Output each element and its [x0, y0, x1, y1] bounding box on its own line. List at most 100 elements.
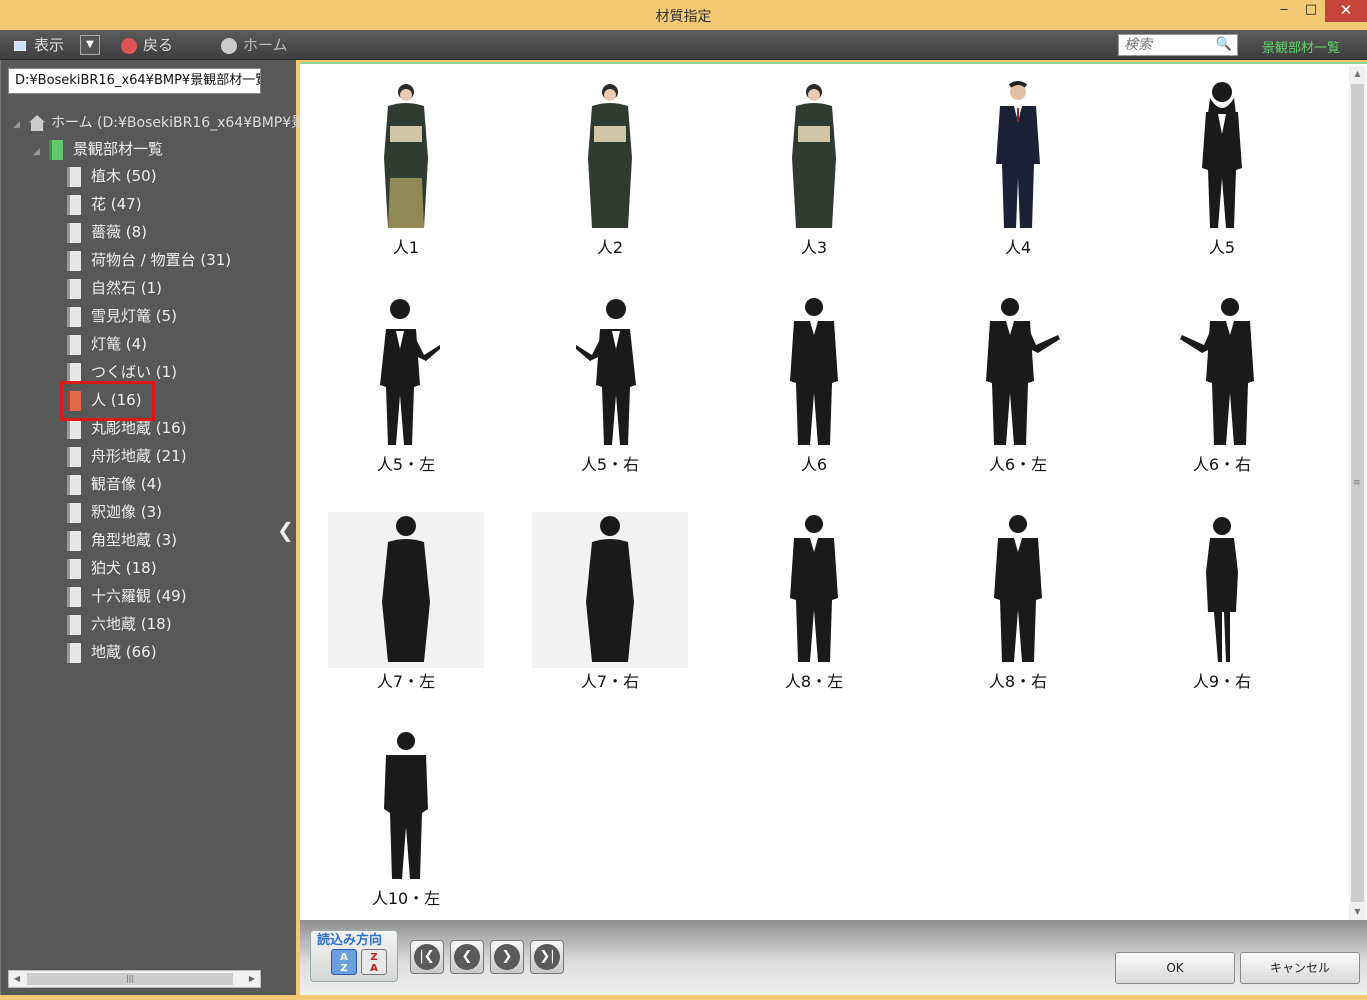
gallery-vertical-scrollbar[interactable]: ▲ ≡ ▼	[1349, 66, 1366, 920]
person-figure-image	[384, 732, 428, 879]
path-field[interactable]: D:¥BosekiBR16_x64¥BMP¥景観部材一覧	[8, 68, 261, 94]
thumbnail-item[interactable]: 人4	[914, 68, 1118, 285]
thumbnail-item[interactable]: 人5	[1118, 68, 1322, 285]
first-page-icon: |❮	[414, 944, 440, 970]
thumbnail-item[interactable]: 人6・右	[1118, 285, 1322, 502]
person-figure-image	[996, 81, 1040, 228]
book-icon	[67, 250, 81, 271]
person-figure-image	[586, 516, 634, 662]
tree-item-category[interactable]: 自然石 (1)	[67, 276, 287, 304]
book-icon	[67, 502, 81, 523]
home-icon	[221, 37, 237, 54]
thumbnail-item[interactable]: 人2	[506, 68, 710, 285]
tree-item-category[interactable]: 角型地蔵 (3)	[67, 528, 287, 556]
tree-item-category[interactable]: 観音像 (4)	[67, 472, 287, 500]
book-icon	[67, 530, 81, 551]
sort-ascending-button[interactable]: AZ	[331, 949, 357, 975]
tree-item-category[interactable]: 花 (47)	[67, 192, 287, 220]
scroll-right-icon[interactable]: ▶	[244, 971, 260, 987]
sidebar-horizontal-scrollbar[interactable]: ◀ ||| ▶	[8, 970, 261, 988]
tree-node-root-label: 景観部材一覧	[73, 140, 164, 158]
window-bottom-border	[0, 995, 1367, 1000]
tree-item-category[interactable]: 六地蔵 (18)	[67, 612, 287, 640]
tree-node-root[interactable]: ◢ 景観部材一覧	[33, 138, 163, 160]
book-icon	[67, 558, 81, 579]
thumbnail-item[interactable]: 人5・左	[302, 285, 506, 502]
tree-item-category[interactable]: 雪見灯篭 (5)	[67, 304, 287, 332]
tree-item-category[interactable]: 植木 (50)	[67, 164, 287, 192]
thumbnail-item[interactable]: 人7・右	[506, 502, 710, 719]
book-icon	[67, 334, 81, 355]
thumbnail-item[interactable]: 人6・左	[914, 285, 1118, 502]
search-box: 🔍	[1118, 34, 1238, 56]
view-dropdown-button[interactable]: ▼	[80, 35, 100, 55]
thumbnail-label: 人1	[392, 238, 420, 257]
thumbnail-item[interactable]: 人9・右	[1118, 502, 1322, 719]
tree-item-category[interactable]: 薔薇 (8)	[67, 220, 287, 248]
tree-item-label: 植木 (50)	[91, 167, 157, 185]
book-icon	[67, 586, 81, 607]
person-figure-image	[790, 298, 838, 445]
thumbnail-label: 人8・右	[988, 672, 1048, 691]
tree-item-category[interactable]: 地蔵 (66)	[67, 640, 287, 668]
ok-button[interactable]: OK	[1115, 952, 1235, 984]
window-icon	[14, 40, 26, 51]
cancel-button[interactable]: キャンセル	[1240, 952, 1360, 984]
thumbnail-item[interactable]: 人8・右	[914, 502, 1118, 719]
thumbnail-label: 人7・右	[580, 672, 640, 691]
view-button[interactable]: 表示	[14, 35, 64, 55]
tree-item-category[interactable]: 十六羅観 (49)	[67, 584, 287, 612]
last-page-button[interactable]: ❯|	[530, 940, 564, 974]
book-icon	[67, 166, 81, 187]
scroll-left-icon[interactable]: ◀	[9, 971, 25, 987]
sort-descending-button[interactable]: ZA	[361, 949, 387, 975]
thumbnail-item[interactable]: 人7・左	[302, 502, 506, 719]
tree-item-category[interactable]: 灯篭 (4)	[67, 332, 287, 360]
person-figure-image	[1206, 517, 1238, 662]
first-page-button[interactable]: |❮	[410, 940, 444, 974]
tree-item-label: 地蔵 (66)	[91, 643, 157, 661]
collapse-panel-icon[interactable]: ❮	[277, 518, 294, 542]
thumbnail-label: 人5・右	[580, 455, 640, 474]
expand-triangle-icon[interactable]: ◢	[13, 120, 23, 130]
thumbnail-item[interactable]: 人10・左	[302, 719, 506, 936]
tree-item-label: 薔薇 (8)	[91, 223, 148, 241]
thumbnail-item[interactable]: 人6	[710, 285, 914, 502]
person-figure-image	[994, 515, 1042, 662]
tree-item-label: 灯篭 (4)	[91, 335, 148, 353]
thumbnail-label: 人6・右	[1192, 455, 1252, 474]
tree-item-category-selected[interactable]: 人 (16)	[60, 381, 287, 421]
home-button[interactable]: ホーム	[221, 35, 288, 55]
book-icon	[67, 194, 81, 215]
minimize-button[interactable]: ‒	[1271, 0, 1297, 22]
thumbnail-item[interactable]: 人5・右	[506, 285, 710, 502]
tree-item-category[interactable]: 釈迦像 (3)	[67, 500, 287, 528]
tree-item-category[interactable]: 狛犬 (18)	[67, 556, 287, 584]
scrollbar-thumb[interactable]: |||	[27, 973, 233, 985]
close-button[interactable]: ✕	[1325, 0, 1367, 22]
breadcrumb-link[interactable]: 景観部材一覧	[1262, 37, 1340, 56]
person-figure-image	[380, 299, 440, 445]
thumbnail-item[interactable]: 人3	[710, 68, 914, 285]
next-page-button[interactable]: ❯	[490, 940, 524, 974]
selection-highlight	[60, 381, 155, 421]
scrollbar-thumb[interactable]	[1351, 84, 1364, 902]
maximize-button[interactable]: □	[1298, 0, 1324, 22]
tree-item-label: 舟形地蔵 (21)	[91, 447, 187, 465]
search-icon[interactable]: 🔍	[1216, 37, 1232, 52]
thumbnail-item[interactable]: 人1	[302, 68, 506, 285]
thumbnail-label: 人4	[1004, 238, 1032, 257]
book-icon	[67, 362, 81, 383]
search-input[interactable]	[1119, 35, 1215, 55]
previous-page-button[interactable]: ❮	[450, 940, 484, 974]
back-button[interactable]: 戻る	[121, 35, 173, 55]
expand-triangle-icon[interactable]: ◢	[33, 147, 43, 157]
thumbnail-label: 人10・左	[371, 889, 441, 908]
tree-item-category[interactable]: 舟形地蔵 (21)	[67, 444, 287, 472]
tree-item-category[interactable]: 荷物台 / 物置台 (31)	[67, 248, 287, 276]
scroll-up-icon[interactable]: ▲	[1349, 66, 1366, 82]
scroll-down-icon[interactable]: ▼	[1349, 904, 1366, 920]
book-icon	[67, 306, 81, 327]
tree-item-label: つくばい (1)	[91, 363, 178, 381]
thumbnail-item[interactable]: 人8・左	[710, 502, 914, 719]
